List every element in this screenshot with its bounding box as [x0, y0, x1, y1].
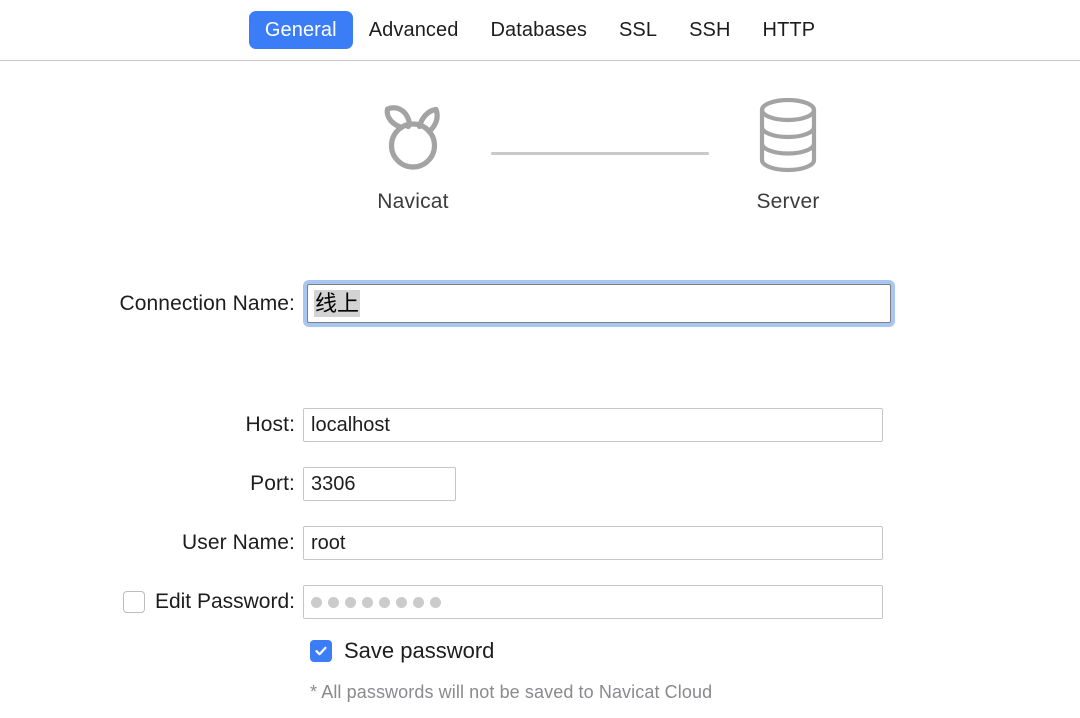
- password-dot: [362, 596, 373, 608]
- row-port: Port: 3306: [0, 467, 456, 501]
- row-user-name: User Name: root: [0, 526, 883, 560]
- tab-general[interactable]: General: [248, 11, 353, 49]
- password-dot: [379, 596, 390, 608]
- tab-bar-divider: [0, 60, 1080, 61]
- row-connection-name: Connection Name: 线上: [0, 280, 895, 327]
- host-input[interactable]: localhost: [303, 408, 883, 442]
- host-label: Host:: [245, 413, 295, 436]
- password-cloud-note: * All passwords will not be saved to Nav…: [310, 682, 713, 702]
- save-password-label: Save password: [344, 638, 495, 663]
- tab-http[interactable]: HTTP: [747, 11, 832, 49]
- password-input[interactable]: [303, 585, 883, 619]
- edit-password-label: Edit Password:: [154, 590, 295, 613]
- tab-databases[interactable]: Databases: [474, 11, 603, 49]
- password-dot: [311, 596, 322, 608]
- database-cylinder-icon: [698, 92, 878, 178]
- edit-password-checkbox[interactable]: [122, 591, 145, 613]
- connection-diagram: Navicat Server: [0, 92, 1080, 237]
- password-dot: [396, 596, 407, 608]
- user-name-label: User Name:: [181, 531, 295, 554]
- diagram-node-server: Server: [698, 92, 878, 214]
- settings-tab-bar: General Advanced Databases SSL SSH HTTP: [0, 0, 1080, 60]
- connection-line: [491, 152, 709, 155]
- port-input[interactable]: 3306: [303, 467, 456, 501]
- edit-password-label-group: Edit Password:: [0, 590, 303, 614]
- tab-advanced[interactable]: Advanced: [353, 11, 475, 49]
- row-save-password[interactable]: Save password: [310, 638, 494, 664]
- connection-name-value: 线上: [314, 289, 361, 318]
- password-dot: [430, 596, 441, 608]
- connection-name-input[interactable]: 线上: [307, 284, 891, 323]
- navicat-logo-icon: [323, 92, 503, 178]
- row-host: Host: localhost: [0, 408, 883, 442]
- port-label: Port:: [250, 472, 295, 495]
- save-password-checkbox[interactable]: [310, 640, 332, 662]
- diagram-node-navicat: Navicat: [323, 92, 503, 214]
- connection-name-focus-ring: 线上: [303, 280, 895, 327]
- tab-ssh[interactable]: SSH: [673, 11, 746, 49]
- password-masked-dots: [311, 596, 441, 608]
- password-dot: [413, 596, 424, 608]
- password-dot: [328, 596, 339, 608]
- diagram-node-server-label: Server: [756, 190, 820, 213]
- tab-ssl[interactable]: SSL: [603, 11, 673, 49]
- password-dot: [345, 596, 356, 608]
- user-name-input[interactable]: root: [303, 526, 883, 560]
- connection-name-label: Connection Name:: [119, 291, 295, 315]
- row-edit-password: Edit Password:: [0, 585, 883, 619]
- diagram-node-navicat-label: Navicat: [377, 190, 449, 213]
